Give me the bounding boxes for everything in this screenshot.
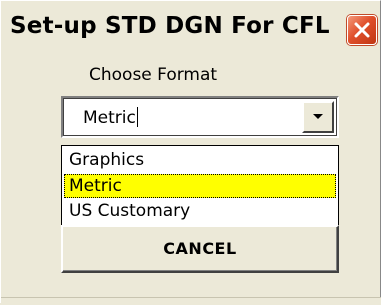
text-caret (136, 107, 138, 127)
combobox-value-text: Metric (83, 108, 136, 128)
option-graphics[interactable]: Graphics (64, 148, 336, 172)
chevron-down-icon (313, 114, 323, 119)
title-bar[interactable]: Set-up STD DGN For CFL (2, 3, 379, 57)
format-dropdown-list: Graphics Metric US Customary (61, 145, 339, 227)
window-title: Set-up STD DGN For CFL (10, 13, 330, 39)
format-combobox[interactable]: Metric (61, 96, 339, 138)
bottom-edge (1, 297, 381, 305)
option-us-customary[interactable]: US Customary (64, 199, 336, 223)
cancel-button[interactable]: CANCEL (61, 225, 339, 273)
choose-format-label: Choose Format (89, 65, 218, 85)
close-button[interactable] (347, 15, 377, 45)
dialog-window: Set-up STD DGN For CFL Choose Format Met… (0, 0, 381, 305)
combobox-value[interactable]: Metric (83, 107, 138, 128)
dropdown-arrow-button[interactable] (302, 101, 334, 133)
option-metric[interactable]: Metric (64, 174, 336, 198)
close-icon (354, 22, 370, 38)
